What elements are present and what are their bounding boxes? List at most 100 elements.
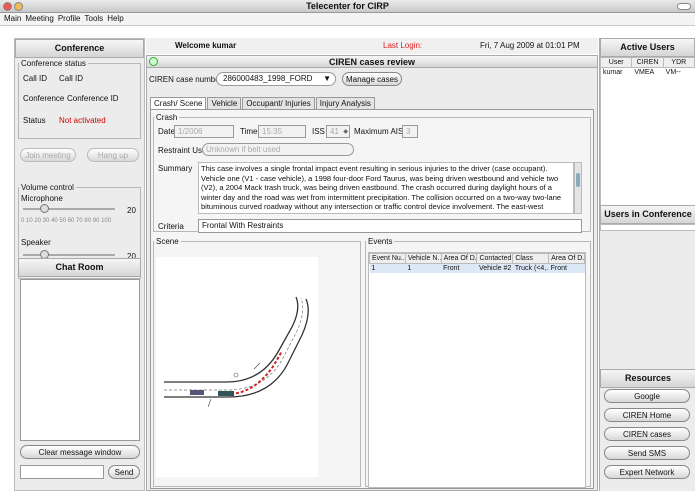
- chat-room-header: Chat Room: [18, 258, 141, 277]
- review-title: CIREN cases review: [328, 57, 416, 67]
- conference-status-group: Conference status Call ID Call ID Confer…: [18, 59, 141, 139]
- users-in-conference-list[interactable]: [600, 224, 695, 231]
- expert-network-button[interactable]: Expert Network: [604, 465, 690, 479]
- vehicle-two-shape: [218, 391, 234, 396]
- events-column-header[interactable]: Vehicle N...: [404, 253, 442, 264]
- date-label: Date: [158, 127, 175, 136]
- tab-crash-scene[interactable]: Crash/ Scene: [150, 97, 207, 109]
- date-field[interactable]: 1/2006: [174, 125, 234, 138]
- ciren-review-panel: CIREN cases review CIREN case number 286…: [146, 55, 598, 491]
- last-login-label: Last Login:: [383, 41, 423, 50]
- volume-control-legend: Volume control: [21, 183, 74, 192]
- status-value: Not activated: [59, 116, 106, 125]
- conference-status-legend: Conference status: [21, 59, 86, 68]
- events-column-header[interactable]: Area Of D...: [548, 253, 585, 264]
- table-cell: 1: [371, 265, 376, 272]
- call-id-label: Call ID: [23, 74, 48, 83]
- table-cell: kumar: [603, 69, 623, 76]
- criteria-label: Criteria: [158, 222, 184, 231]
- summary-label: Summary: [158, 164, 193, 173]
- window-title: Telecenter for CIRP: [306, 1, 389, 11]
- events-column-header[interactable]: Event Nu...: [369, 253, 406, 264]
- table-cell: VMEA: [634, 69, 655, 76]
- menu-meeting[interactable]: Meeting: [25, 13, 53, 25]
- tab-occupant-injuries[interactable]: Occupant/ Injuries: [242, 97, 315, 109]
- crash-legend: Crash: [156, 113, 178, 122]
- events-column-header[interactable]: Class: [512, 253, 550, 264]
- table-cell: Front: [550, 265, 567, 272]
- menu-help[interactable]: Help: [107, 13, 123, 25]
- menu-main[interactable]: Main: [4, 13, 21, 25]
- list-item[interactable]: kumar VMEA VM--: [601, 68, 695, 77]
- ciren-home-button[interactable]: CIREN Home: [604, 408, 690, 422]
- iss-value: 41: [330, 127, 339, 136]
- last-login-time: Fri, 7 Aug 2009 at 01:01 PM: [480, 41, 580, 50]
- max-ais-stepper[interactable]: 3: [402, 125, 418, 138]
- users-column-header[interactable]: YDR: [664, 58, 695, 67]
- summary-text[interactable]: This case involves a single frontal impa…: [198, 162, 574, 214]
- status-label: Status: [23, 116, 46, 125]
- microphone-ticks: 0 10 20 30 40 50 60 70 80 90 100: [21, 218, 112, 224]
- max-ais-label: Maximum AIS: [354, 127, 404, 136]
- events-table: Event Nu... Vehicle N... Area Of D... Conta…: [369, 253, 585, 273]
- send-sms-button[interactable]: Send SMS: [604, 446, 690, 460]
- scene-legend: Scene: [156, 237, 179, 246]
- hang-up-button[interactable]: Hang up: [87, 148, 139, 162]
- case-number-select[interactable]: 286000483_1998_FORD ▼: [216, 72, 336, 86]
- speaker-slider[interactable]: [23, 250, 115, 259]
- join-meeting-button[interactable]: Join meeting: [20, 148, 76, 162]
- users-column-header[interactable]: CIREN: [632, 58, 664, 67]
- events-column-header[interactable]: Area Of D...: [440, 253, 478, 264]
- table-cell: Vehicle #2: [478, 265, 512, 272]
- menu-profile[interactable]: Profile: [58, 13, 81, 25]
- crash-group: Crash Date 1/2006 Time 15:35 ISS 41 ◆ Max…: [153, 113, 591, 233]
- users-column-header[interactable]: User: [601, 58, 633, 67]
- conference-header: Conference: [15, 39, 144, 58]
- send-button[interactable]: Send: [108, 465, 140, 479]
- review-panel-icon: [149, 57, 158, 66]
- active-users-body: kumar VMEA VM--: [601, 68, 695, 77]
- manage-cases-button[interactable]: Manage cases: [342, 72, 402, 86]
- iss-stepper[interactable]: 41 ◆: [326, 125, 350, 138]
- scrollbar-thumb[interactable]: [576, 173, 580, 187]
- table-cell: 1: [407, 265, 412, 272]
- case-number-value: 286000483_1998_FORD: [223, 74, 313, 83]
- max-ais-value: 3: [406, 127, 411, 136]
- active-users-header: Active Users: [600, 38, 695, 57]
- ciren-cases-button[interactable]: CIREN cases: [604, 427, 690, 441]
- tab-injury-analysis[interactable]: Injury Analysis: [315, 97, 375, 109]
- table-row[interactable]: 1 1 Front Vehicle #2 Truck (<4,... Front: [369, 263, 585, 273]
- stepper-icon: ◆: [343, 129, 348, 135]
- menu-tools[interactable]: Tools: [85, 13, 104, 25]
- criteria-field[interactable]: Frontal With Restraints: [198, 219, 582, 233]
- time-field[interactable]: 15:35: [258, 125, 306, 138]
- events-header-row: Event Nu... Vehicle N... Area Of D... Conta…: [369, 253, 585, 264]
- speaker-label: Speaker: [21, 238, 51, 247]
- welcome-text: Welcome kumar: [175, 41, 237, 50]
- toolbar-toggle-icon[interactable]: [677, 3, 691, 10]
- iss-label: ISS: [312, 127, 325, 136]
- table-cell: Truck (<4,...: [514, 265, 549, 272]
- microphone-slider-thumb[interactable]: [40, 204, 49, 213]
- restraint-use-select[interactable]: Unknown if belt used: [202, 143, 354, 156]
- chat-input[interactable]: [20, 465, 104, 479]
- events-column-header[interactable]: Contacted: [476, 253, 514, 264]
- vehicle-one-shape: [190, 390, 204, 395]
- table-cell: Front: [443, 265, 460, 272]
- chat-message-window[interactable]: [20, 279, 140, 441]
- users-in-conference-header: Users in Conference: [600, 205, 695, 224]
- conference-panel: Conference Conference status Call ID Cal…: [14, 38, 145, 491]
- restraint-use-value: Unknown if belt used: [206, 145, 281, 154]
- active-users-header-row: User CIREN YDR: [601, 58, 695, 68]
- clear-message-window-button[interactable]: Clear message window: [20, 445, 140, 459]
- microphone-slider[interactable]: [23, 204, 115, 213]
- session-info-bar: Welcome kumar Last Login: Fri, 7 Aug 200…: [146, 38, 598, 54]
- right-panel: Active Users User CIREN YDR kumar VMEA VM-- …: [599, 38, 695, 491]
- time-label: Time: [240, 127, 258, 136]
- menu-bar: Main Meeting Profile Tools Help: [0, 13, 695, 26]
- scene-diagram-image: [156, 257, 318, 477]
- google-button[interactable]: Google: [604, 389, 690, 403]
- tab-vehicle[interactable]: Vehicle: [207, 97, 242, 109]
- conference-label: Conference: [23, 94, 65, 103]
- summary-scrollbar[interactable]: [574, 162, 582, 214]
